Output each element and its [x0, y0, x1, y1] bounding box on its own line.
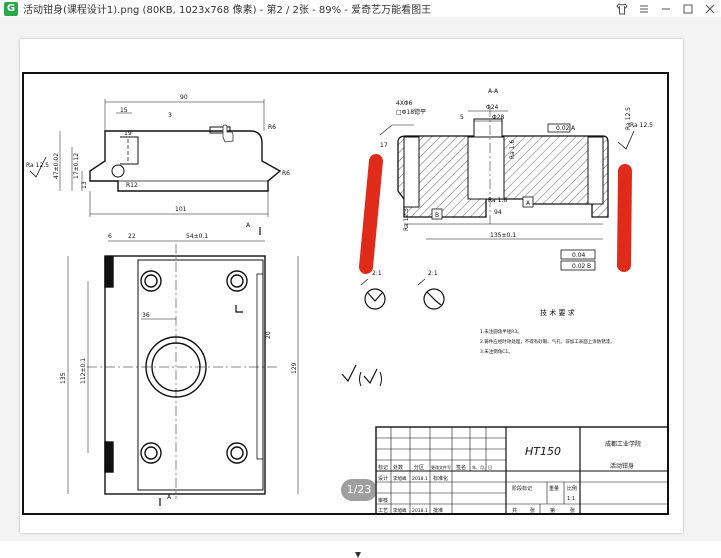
shirt-icon[interactable]: [611, 0, 633, 17]
dim-label: 19: [124, 130, 132, 137]
dim-label: 22: [128, 233, 136, 240]
dim-label: 15: [120, 107, 128, 114]
note-line: 3.未注倒角C1。: [480, 348, 513, 355]
title-block-label: 签名: [456, 464, 466, 471]
dim-label: 5: [460, 114, 464, 121]
title-block-value: 2018.1: [412, 476, 428, 482]
dim-label: R12: [126, 182, 138, 189]
section-title: A-A: [488, 88, 499, 95]
title-block-value: 2018.1: [412, 508, 428, 514]
title-block-label: 重量: [549, 485, 559, 492]
app-logo-icon: G: [4, 1, 18, 16]
image-viewport[interactable]: 90 15 3 19 R6 R6 101 Ra 12.5 47±0.02 17±…: [0, 17, 721, 558]
datum-label: A: [571, 125, 576, 132]
title-block-label: 张: [570, 507, 575, 514]
tolerance-value: 0.02: [572, 263, 586, 270]
section-mark-label: A: [246, 222, 251, 229]
hand-cursor-icon: [222, 124, 234, 143]
title-bar: G 活动钳身(课程设计1).png (80KB, 1023x768 像素) - …: [0, 0, 721, 17]
check-mark: [379, 371, 382, 387]
dim-label: 90: [180, 94, 188, 101]
dim-label: 17: [380, 142, 388, 149]
material-label: HT150: [525, 445, 561, 458]
drawing-sheet: 90 15 3 19 R6 R6 101 Ra 12.5 47±0.02 17±…: [20, 39, 683, 533]
dim-label: 17±0.12: [73, 153, 80, 179]
title-block-label: 标准化: [433, 475, 448, 482]
tolerance-value: 0.04: [572, 252, 586, 259]
detail-scale: 2:1: [428, 270, 438, 277]
window-title: 活动钳身(课程设计1).png (80KB, 1023x768 像素) - 第2…: [23, 5, 432, 16]
title-block-label: 更改文件号: [431, 464, 451, 470]
school-name: 成都工业学院: [605, 440, 641, 448]
title-block-label: 工艺: [378, 508, 388, 514]
section-mark-label: A: [167, 494, 172, 501]
title-block-label: 年、月、日: [472, 464, 492, 470]
title-block-value: 1:1: [567, 496, 575, 502]
dim-label: 4XΦ6: [396, 100, 413, 107]
title-block-label: 审核: [378, 497, 388, 504]
title-block-label: 设计: [378, 475, 388, 482]
dim-label: Φ24: [486, 104, 499, 111]
red-annotation-mark: [617, 164, 632, 272]
dim-label: 94: [494, 209, 502, 216]
title-block-value: 李旭峰: [393, 507, 407, 514]
title-block-label: 处数: [393, 464, 403, 471]
dim-label: Φ28: [492, 114, 505, 121]
title-block-value: 李旭峰: [393, 475, 407, 482]
datum-label: B: [435, 212, 439, 219]
cursor-icon: [355, 552, 361, 558]
check-mark: [359, 371, 362, 387]
title-block-label: 比例: [567, 485, 577, 492]
note-line: 2.铸件应经时效处理，不得有砂眼、气孔，非加工表面上涂防锈漆。: [480, 338, 615, 345]
check-mark: [363, 368, 378, 385]
datum-label: B: [587, 263, 591, 270]
plan-view: [67, 227, 299, 506]
maximize-icon[interactable]: [677, 0, 699, 17]
tolerance-value: 0.02: [556, 125, 570, 132]
dim-label: 129: [291, 362, 298, 374]
title-block-label: 标记: [378, 464, 388, 471]
roughness-label: Ra 12.5: [630, 122, 653, 129]
roughness-label: Ra 12.5: [403, 208, 410, 231]
window-controls: [611, 0, 721, 17]
dim-label: 101: [175, 206, 187, 213]
page-indicator: 1/23: [341, 479, 377, 501]
dim-label: 135: [60, 372, 67, 384]
title-block-label: 批准: [433, 507, 443, 514]
menu-icon[interactable]: [633, 0, 655, 17]
roughness-label: Ra 12.5: [26, 162, 49, 169]
dim-label: 135±0.1: [490, 232, 516, 239]
section-view: [379, 107, 635, 271]
detail-scale: 2:1: [372, 270, 382, 277]
minimize-icon[interactable]: [655, 0, 677, 17]
roughness-label: Ra 12.5: [625, 107, 632, 130]
dim-label: 112±0.1: [80, 358, 87, 384]
part-name: 活动钳身: [610, 462, 634, 470]
dim-label: □Φ18锪平: [396, 108, 426, 116]
title-block-label: 阶段标记: [512, 485, 532, 492]
dim-label: R6: [268, 124, 276, 131]
engineering-drawing: 90 15 3 19 R6 R6 101 Ra 12.5 47±0.02 17±…: [22, 72, 669, 515]
dim-label: 13: [81, 181, 88, 189]
roughness-label: Ra 1.6: [509, 140, 516, 159]
note-line: 1.未注圆角半径R3。: [480, 328, 522, 335]
title-block-label: 共: [512, 507, 517, 514]
dim-label: 47±0.02: [53, 153, 60, 179]
check-mark: [341, 364, 357, 383]
close-icon[interactable]: [699, 0, 721, 17]
dim-label: 54±0.1: [186, 233, 208, 240]
roughness-label: Ra 1.6: [488, 197, 507, 204]
title-block-label: 张: [530, 507, 535, 514]
title-block-label: 第: [550, 507, 555, 514]
notes-title: 技 术 要 求: [540, 308, 575, 317]
dim-label: 3: [168, 112, 172, 119]
dim-label: 20: [265, 331, 272, 339]
detail-views: [360, 278, 445, 310]
dim-label: 6: [108, 233, 112, 240]
dim-label: 36: [142, 312, 150, 319]
title-block-label: 分区: [414, 464, 424, 471]
red-annotation-mark: [359, 154, 383, 274]
dim-label: R6: [282, 170, 290, 177]
